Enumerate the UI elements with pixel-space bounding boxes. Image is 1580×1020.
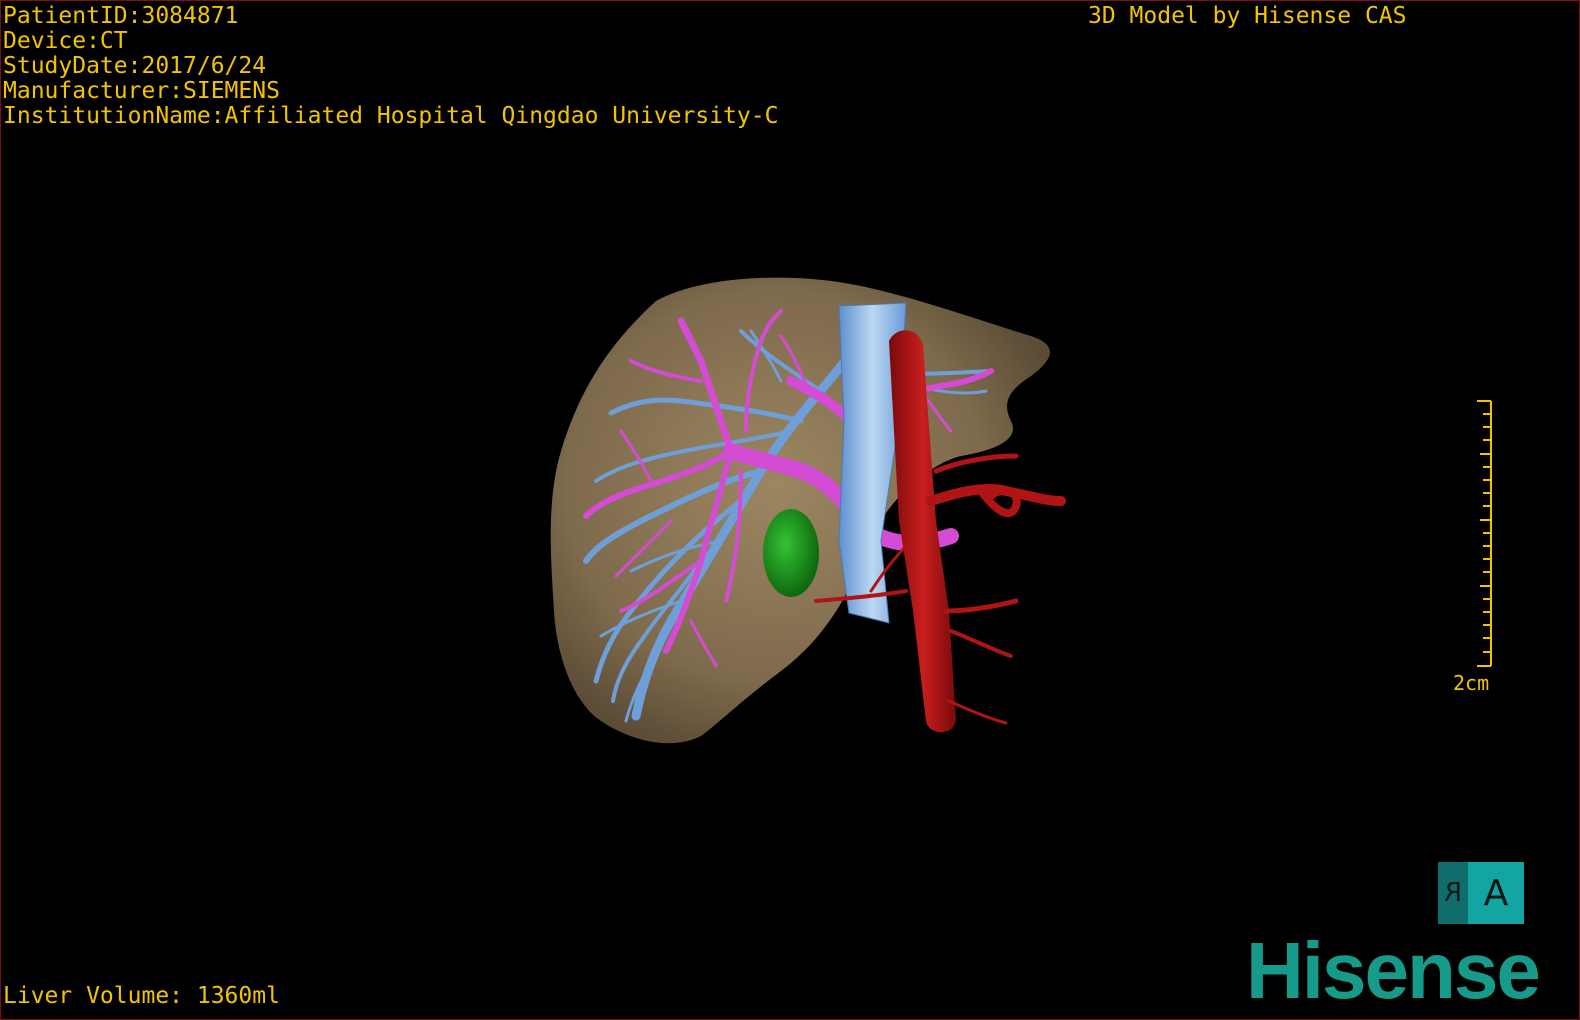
institution-name: InstitutionName:Affiliated Hospital Qing… — [3, 103, 779, 129]
scale-ruler — [1477, 400, 1492, 667]
study-date: StudyDate:2017/6/24 — [3, 53, 267, 79]
orientation-anterior-letter: A — [1483, 872, 1509, 914]
device: Device:CT — [3, 28, 128, 54]
liver-volume: Liver Volume: 1360ml — [3, 983, 280, 1009]
manufacturer: Manufacturer:SIEMENS — [3, 78, 280, 104]
liver-3d-model[interactable] — [1, 1, 1579, 1019]
orientation-face-anterior: A — [1468, 862, 1524, 924]
liver-surface — [550, 277, 1050, 744]
orientation-face-right: R — [1438, 862, 1468, 924]
3d-viewport[interactable]: PatientID:3084871 Device:CT StudyDate:20… — [0, 0, 1580, 1020]
orientation-cube[interactable]: R A — [1438, 862, 1524, 924]
dicom-info-panel: PatientID:3084871 Device:CT StudyDate:20… — [3, 4, 778, 129]
patient-id: PatientID:3084871 — [3, 3, 239, 29]
hisense-logo: Hisense — [1246, 926, 1541, 1015]
scale-ruler-label: 2cm — [1453, 671, 1490, 695]
model-credit: 3D Model by Hisense CAS — [1088, 3, 1407, 29]
gallbladder — [763, 509, 819, 597]
orientation-right-letter: R — [1443, 878, 1463, 908]
